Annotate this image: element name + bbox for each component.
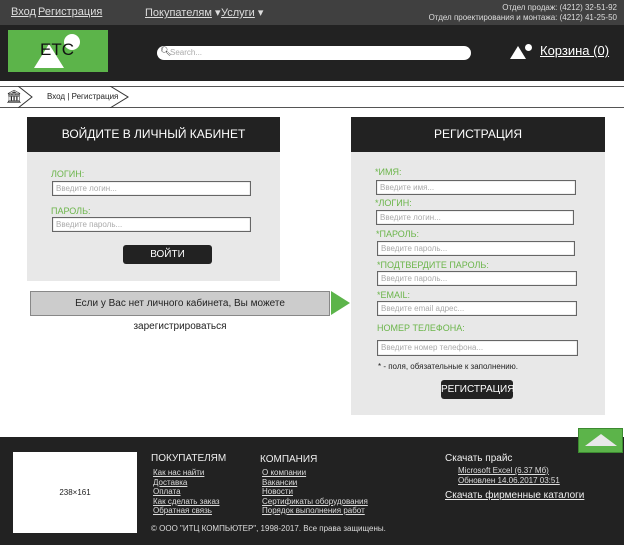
scroll-top-button[interactable] — [578, 428, 623, 453]
buyers-heading: ПОКУПАТЕЛЯМ — [151, 453, 227, 464]
breadcrumb-current: Вход | Регистрация — [47, 92, 119, 101]
register-title: РЕГИСТРАЦИЯ — [351, 117, 605, 152]
reg-password-label: *ПАРОЛЬ: — [376, 229, 419, 239]
login-button[interactable]: ВОЙТИ — [123, 245, 212, 264]
footer-link[interactable]: Как нас найти — [153, 468, 226, 478]
copyright: © ООО "ИТЦ КОМПЬЮТЕР", 1998-2017. Все пр… — [151, 524, 386, 533]
phone-label: НОМЕР ТЕЛЕФОНА: — [377, 323, 465, 333]
reg-login-label: *ЛОГИН: — [375, 198, 412, 208]
register-panel: РЕГИСТРАЦИЯ *ИМЯ: Введите имя... *ЛОГИН:… — [351, 117, 605, 415]
login-link[interactable]: Вход — [11, 6, 36, 18]
menu-services-label: Услуги — [221, 7, 255, 19]
register-hint: Если у Вас нет личного кабинета, Вы може… — [30, 291, 330, 332]
footer-link[interactable]: Вакансии — [262, 478, 368, 488]
company-heading: КОМПАНИЯ — [260, 454, 318, 465]
footer-link[interactable]: Новости — [262, 487, 368, 497]
arrow-up-icon — [585, 434, 617, 446]
footer: 238×161 ПОКУПАТЕЛЯМ Как нас найти Достав… — [0, 437, 624, 545]
footer-link[interactable]: Порядок выполнения работ — [262, 506, 368, 516]
cart-link[interactable]: Корзина (0) — [540, 43, 609, 58]
footer-link[interactable]: Обратная связь — [153, 506, 226, 516]
top-bar: Вход Регистрация Покупателям ▾ Услуги ▾ … — [0, 0, 624, 25]
arrow-right-icon — [331, 291, 350, 315]
chevron-down-icon: ▾ — [214, 7, 221, 19]
login-panel: ВОЙДИТЕ В ЛИЧНЫЙ КАБИНЕТ ЛОГИН: Введите … — [27, 117, 280, 281]
register-link[interactable]: Регистрация — [38, 6, 102, 18]
name-input[interactable]: Введите имя... — [376, 180, 576, 195]
footer-link[interactable]: Как сделать заказ — [153, 497, 226, 507]
search-placeholder: Search... — [170, 48, 203, 57]
password-label: ПАРОЛЬ: — [51, 206, 91, 216]
phone-sales: Отдел продаж: (4212) 32-51-92 — [502, 3, 617, 12]
footer-link[interactable]: Оплата — [153, 487, 226, 497]
price-download-link[interactable]: Microsoft Excel (6.37 Мб) — [458, 466, 584, 476]
footer-link[interactable]: Сертификаты оборудования — [262, 497, 368, 507]
confirm-password-label: *ПОДТВЕРДИТЕ ПАРОЛЬ: — [377, 260, 489, 270]
login-input[interactable]: Введите логин... — [52, 181, 251, 196]
price-heading: Скачать прайс — [445, 453, 513, 464]
cart-icon[interactable] — [510, 44, 534, 60]
phone-input[interactable]: Введите номер телефона... — [377, 340, 578, 356]
name-label: *ИМЯ: — [375, 167, 402, 177]
footer-link[interactable]: О компании — [262, 468, 368, 478]
phone-design: Отдел проектирования и монтажа: (4212) 4… — [428, 13, 617, 22]
chevron-down-icon: ▾ — [257, 7, 264, 19]
menu-buyers-label: Покупателям — [145, 7, 212, 19]
header: ETC 🔍︎ Search... Корзина (0) — [0, 25, 624, 81]
footer-link[interactable]: Доставка — [153, 478, 226, 488]
search-input[interactable]: 🔍︎ Search... — [157, 46, 471, 60]
email-input[interactable]: Введите email адрес... — [377, 301, 577, 316]
login-label: ЛОГИН: — [51, 169, 85, 179]
register-button[interactable]: РЕГИСТРАЦИЯ — [441, 380, 514, 399]
menu-buyers[interactable]: Покупателям ▾ — [145, 6, 221, 19]
logo[interactable]: ETC — [8, 30, 108, 72]
login-title: ВОЙДИТЕ В ЛИЧНЫЙ КАБИНЕТ — [27, 117, 280, 152]
reg-login-input[interactable]: Введите логин... — [376, 210, 574, 225]
logo-text: ETC — [40, 40, 74, 59]
password-input[interactable]: Введите пароль... — [52, 217, 251, 232]
breadcrumb: 🏛︎ Вход | Регистрация — [0, 86, 624, 108]
catalogs-link[interactable]: Скачать фирменные каталоги — [445, 490, 584, 501]
email-label: *EMAIL: — [377, 290, 411, 300]
menu-services[interactable]: Услуги ▾ — [221, 6, 263, 19]
required-note: * - поля, обязательные к заполнению. — [378, 362, 518, 371]
footer-image-placeholder: 238×161 — [13, 452, 137, 533]
confirm-password-input[interactable]: Введите пароль... — [377, 271, 577, 286]
price-updated-link[interactable]: Обновлен 14.06.2017 03:51 — [458, 476, 584, 486]
reg-password-input[interactable]: Введите пароль... — [377, 241, 575, 256]
